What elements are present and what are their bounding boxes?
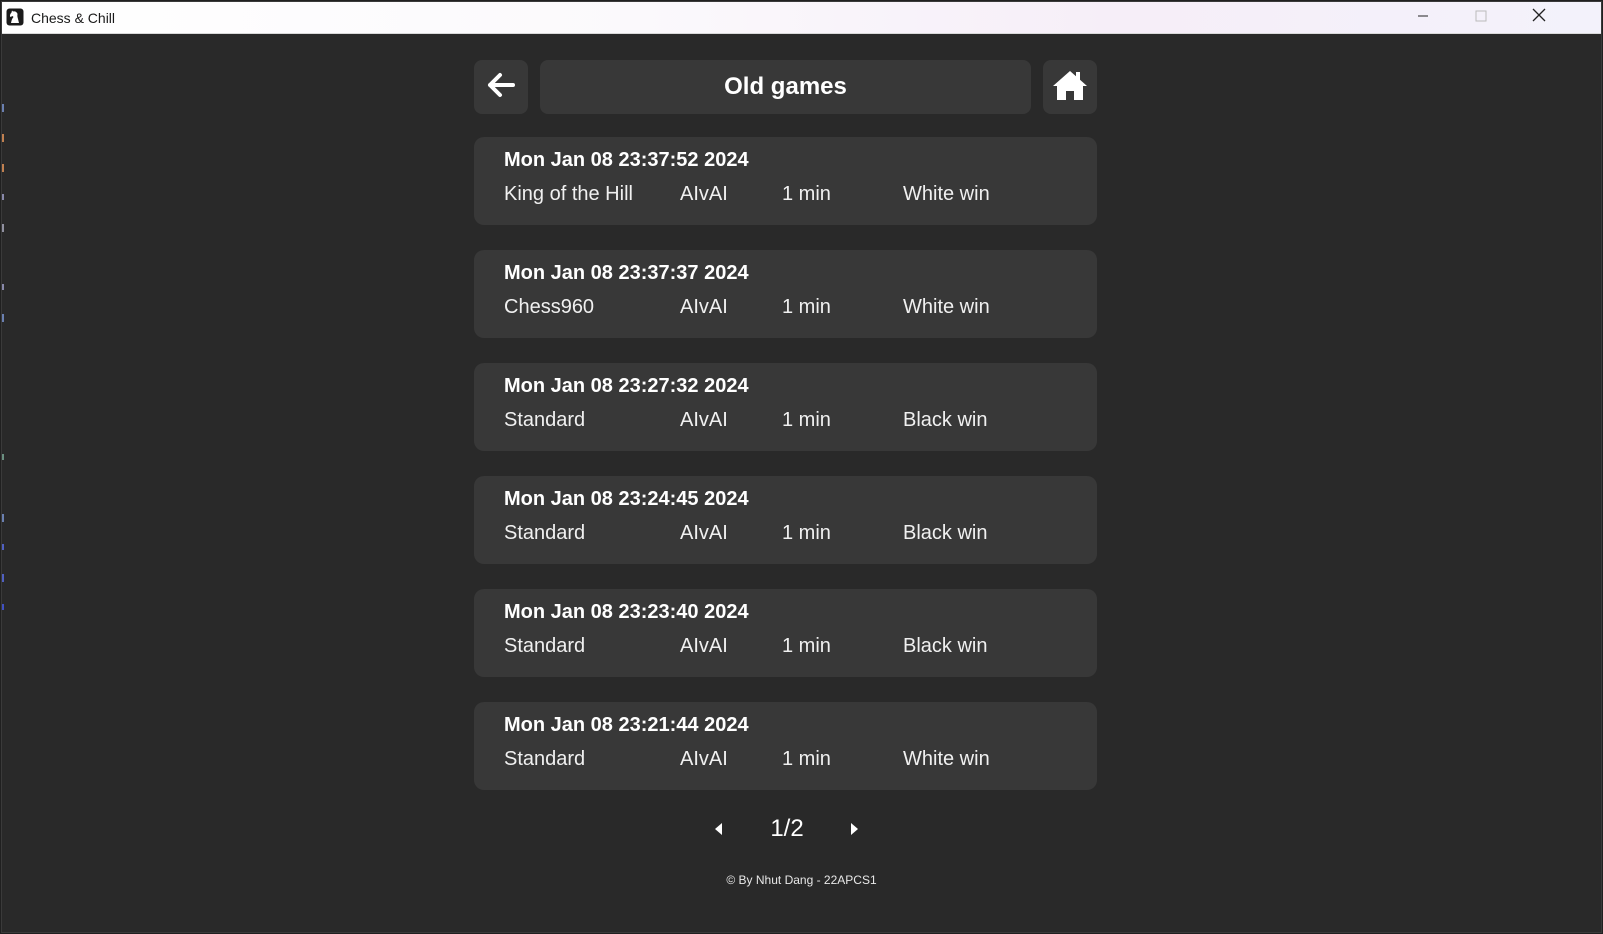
- game-time-control: 1 min: [782, 409, 831, 431]
- back-button[interactable]: [474, 60, 528, 114]
- game-time-control: 1 min: [782, 635, 831, 657]
- game-date: Mon Jan 08 23:21:44 2024: [504, 714, 749, 736]
- page-title: Old games: [724, 73, 847, 100]
- game-variant: King of the Hill: [504, 183, 633, 205]
- game-time-control: 1 min: [782, 296, 831, 318]
- caret-left-icon: [713, 822, 723, 841]
- game-date: Mon Jan 08 23:37:52 2024: [504, 149, 749, 171]
- caret-right-icon: [850, 822, 860, 841]
- game-mode: AIvAI: [680, 522, 728, 544]
- home-button[interactable]: [1043, 60, 1097, 114]
- game-card[interactable]: Mon Jan 08 23:37:37 2024 Chess960 AIvAI …: [474, 250, 1097, 338]
- game-result: Black win: [903, 635, 988, 657]
- game-card[interactable]: Mon Jan 08 23:37:52 2024 King of the Hil…: [474, 137, 1097, 225]
- app-window: Chess & Chill Old games Mon Jan 08 23:37…: [2, 2, 1601, 932]
- game-time-control: 1 min: [782, 522, 831, 544]
- game-variant: Standard: [504, 635, 586, 657]
- game-variant: Standard: [504, 409, 586, 431]
- game-list: Mon Jan 08 23:37:52 2024 King of the Hil…: [474, 137, 1097, 815]
- home-icon: [1052, 69, 1088, 106]
- next-page-button[interactable]: [842, 818, 868, 844]
- chess-knight-icon: [6, 8, 24, 26]
- maximize-icon: [1475, 9, 1487, 27]
- game-date: Mon Jan 08 23:37:37 2024: [504, 262, 749, 284]
- close-icon: [1532, 8, 1546, 27]
- game-card[interactable]: Mon Jan 08 23:21:44 2024 Standard AIvAI …: [474, 702, 1097, 790]
- game-mode: AIvAI: [680, 183, 728, 205]
- game-variant: Standard: [504, 522, 586, 544]
- game-card[interactable]: Mon Jan 08 23:27:32 2024 Standard AIvAI …: [474, 363, 1097, 451]
- left-edge: [2, 34, 4, 932]
- arrow-left-icon: [486, 72, 516, 103]
- minimize-icon: [1417, 9, 1429, 27]
- window-title: Chess & Chill: [31, 10, 116, 26]
- game-card[interactable]: Mon Jan 08 23:23:40 2024 Standard AIvAI …: [474, 589, 1097, 677]
- game-mode: AIvAI: [680, 635, 728, 657]
- game-result: White win: [903, 748, 990, 770]
- close-button[interactable]: [1510, 2, 1568, 33]
- maximize-button[interactable]: [1452, 2, 1510, 33]
- game-result: White win: [903, 296, 990, 318]
- game-time-control: 1 min: [782, 748, 831, 770]
- minimize-button[interactable]: [1394, 2, 1452, 33]
- title-bar: Chess & Chill: [2, 2, 1601, 34]
- game-result: Black win: [903, 522, 988, 544]
- game-mode: AIvAI: [680, 748, 728, 770]
- game-time-control: 1 min: [782, 183, 831, 205]
- game-result: White win: [903, 183, 990, 205]
- game-result: Black win: [903, 409, 988, 431]
- game-date: Mon Jan 08 23:23:40 2024: [504, 601, 749, 623]
- game-date: Mon Jan 08 23:27:32 2024: [504, 375, 749, 397]
- game-variant: Standard: [504, 748, 586, 770]
- page-indicator: 1/2: [770, 815, 804, 842]
- game-mode: AIvAI: [680, 409, 728, 431]
- game-date: Mon Jan 08 23:24:45 2024: [504, 488, 749, 510]
- game-card[interactable]: Mon Jan 08 23:24:45 2024 Standard AIvAI …: [474, 476, 1097, 564]
- game-mode: AIvAI: [680, 296, 728, 318]
- game-variant: Chess960: [504, 296, 595, 318]
- page-title-bar: Old games: [540, 60, 1031, 114]
- footer-credit: © By Nhut Dang - 22APCS1: [726, 873, 877, 887]
- previous-page-button[interactable]: [705, 818, 731, 844]
